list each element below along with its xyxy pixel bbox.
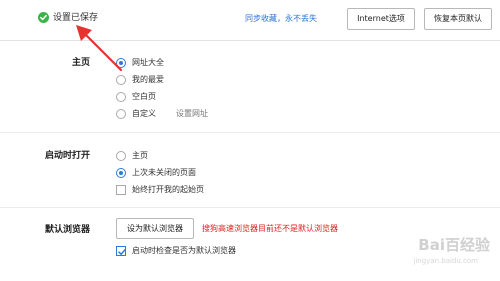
- watermark-url: jingyan.baidu.com: [413, 257, 478, 265]
- watermark-logo: Bai百经验: [418, 236, 490, 254]
